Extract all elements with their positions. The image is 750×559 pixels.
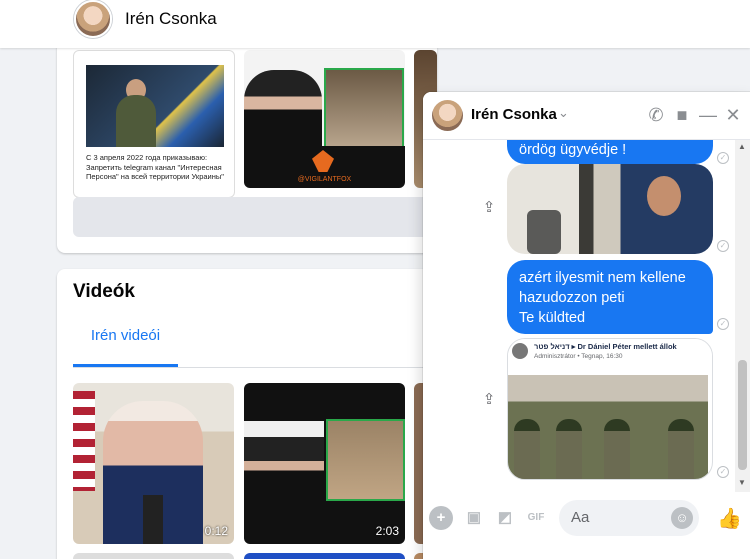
video-thumbnail-5[interactable]	[244, 553, 405, 559]
gif-icon[interactable]: GIF	[524, 506, 548, 530]
photo-brand: @VIGILANTFOX	[297, 176, 352, 183]
message-image[interactable]	[507, 164, 713, 254]
like-icon[interactable]: 👍	[717, 506, 742, 531]
minimize-icon[interactable]: —	[697, 104, 719, 126]
photo-figure	[514, 419, 540, 479]
tab-user-videos[interactable]: Irén videói	[73, 317, 178, 367]
sticker-icon[interactable]: ◩	[493, 506, 517, 530]
avatar	[512, 343, 528, 359]
seen-check-icon: ✓	[717, 240, 729, 252]
video-person-left	[244, 421, 324, 501]
message-text: azért ilyesmit nem kellene hazudozzon pe…	[519, 270, 686, 306]
photo-thumbnail-1[interactable]: С 3 апреля 2022 года приказываю: Запрети…	[73, 50, 235, 198]
shared-post-header: דניאל פטר ▸ Dr Dániel Péter mellett állo…	[508, 339, 712, 369]
video-thumbnail-1[interactable]: 0:12	[73, 383, 234, 544]
message-scrollbar[interactable]: ▲ ▼	[735, 140, 750, 492]
photo-figure	[668, 419, 694, 479]
photo-figure	[556, 419, 582, 479]
chat-contact-name[interactable]: Irén Csonka	[471, 106, 557, 123]
plus-icon[interactable]: +	[429, 506, 453, 530]
video-person-right	[326, 419, 405, 501]
profile-header: Irén Csonka	[0, 0, 750, 48]
scroll-up-arrow-icon[interactable]: ▲	[738, 142, 746, 151]
chat-composer: + ▣ ◩ GIF Aa ☺ 👍	[423, 492, 750, 559]
share-icon[interactable]: ⇪	[481, 390, 497, 408]
shared-post-title: דניאל פטר ▸ Dr Dániel Péter mellett állo…	[534, 342, 677, 351]
flag-image	[73, 391, 95, 491]
photo-figure	[604, 419, 630, 479]
close-icon[interactable]: ✕	[722, 104, 744, 126]
message-sent-label: Te küldted	[519, 310, 586, 326]
chat-header: Irén Csonka ⌄ ✆ ■ — ✕	[423, 92, 750, 140]
videos-title: Videók	[73, 281, 135, 302]
seen-check-icon: ✓	[717, 152, 729, 164]
photo-person-left	[244, 70, 322, 158]
photo-thumbnail-2[interactable]: @VIGILANTFOX	[244, 50, 405, 188]
emoji-icon[interactable]: ☺	[671, 507, 693, 529]
shared-post-subtitle: Adminisztrátor • Tegnap, 16:30	[534, 353, 623, 360]
image-person	[647, 176, 681, 216]
message-bubble[interactable]: azért ilyesmit nem kellene hazudozzon pe…	[507, 260, 713, 334]
photos-card: С 3 апреля 2022 года приказываю: Запрети…	[57, 40, 437, 253]
photo-icon[interactable]: ▣	[462, 506, 486, 530]
scrollbar-thumb[interactable]	[738, 360, 747, 470]
profile-name[interactable]: Irén Csonka	[125, 9, 217, 29]
image-object	[527, 210, 561, 254]
videos-card: Videók Irén videói 0:12 2:03	[57, 269, 437, 559]
chevron-down-icon[interactable]: ⌄	[558, 105, 569, 121]
video-duration: 0:12	[204, 524, 228, 538]
video-call-icon[interactable]: ■	[671, 104, 693, 126]
photo-person-right	[324, 68, 404, 148]
shared-post-image[interactable]: דניאל פטר ▸ Dr Dániel Péter mellett állo…	[507, 338, 713, 480]
message-list[interactable]: ördög ügyvédje ! ✓ ⇪ ✓ azért ilyesmit ne…	[423, 140, 735, 492]
see-all-photos-button[interactable]	[73, 197, 433, 237]
video-thumbnail-4[interactable]	[73, 553, 234, 559]
message-bubble[interactable]: ördög ügyvédje !	[507, 140, 713, 164]
chat-window: Irén Csonka ⌄ ✆ ■ — ✕ ördög ügyvédje ! ✓…	[423, 92, 750, 559]
phone-icon[interactable]: ✆	[645, 104, 667, 126]
seen-check-icon: ✓	[717, 318, 729, 330]
message-input[interactable]: Aa ☺	[559, 500, 699, 536]
photo-image	[86, 65, 224, 147]
profile-avatar[interactable]	[74, 0, 112, 38]
photo-caption: С 3 апреля 2022 года приказываю: Запрети…	[86, 153, 224, 181]
video-duration: 2:03	[375, 524, 399, 538]
chat-avatar[interactable]	[432, 100, 463, 131]
video-thumbnail-2[interactable]: 2:03	[244, 383, 405, 544]
figure-body	[116, 95, 156, 147]
share-icon[interactable]: ⇪	[481, 198, 497, 216]
seen-check-icon: ✓	[717, 466, 729, 478]
microphone-image	[143, 495, 163, 544]
message-input-placeholder: Aa	[571, 509, 590, 526]
scroll-down-arrow-icon[interactable]: ▼	[738, 478, 746, 487]
shared-post-photo	[508, 375, 708, 479]
tab-divider	[73, 367, 433, 368]
